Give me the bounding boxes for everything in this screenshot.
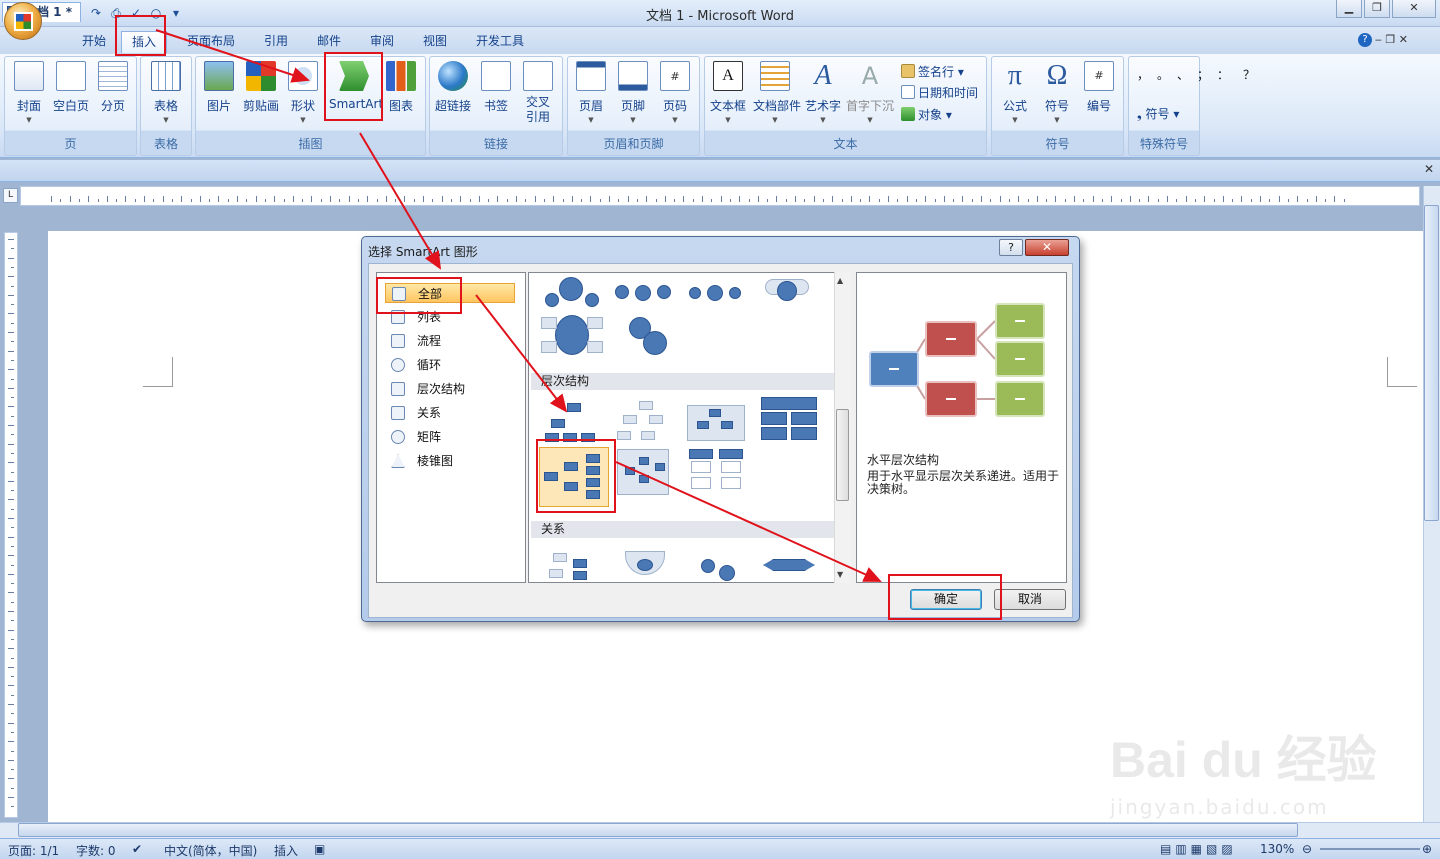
watermark-brand: Bai du 经验 <box>1110 732 1377 788</box>
arrow-layout-to-ok <box>615 461 882 582</box>
baidu-watermark: Bai du 经验 jingyan.baidu.com <box>1100 700 1430 830</box>
watermark-url: jingyan.baidu.com <box>1110 795 1329 819</box>
arrow-all-to-hierarchy <box>475 294 568 413</box>
arrow-smartart-to-dialog <box>359 132 442 270</box>
arrow-insert-to-smartart <box>155 29 310 83</box>
